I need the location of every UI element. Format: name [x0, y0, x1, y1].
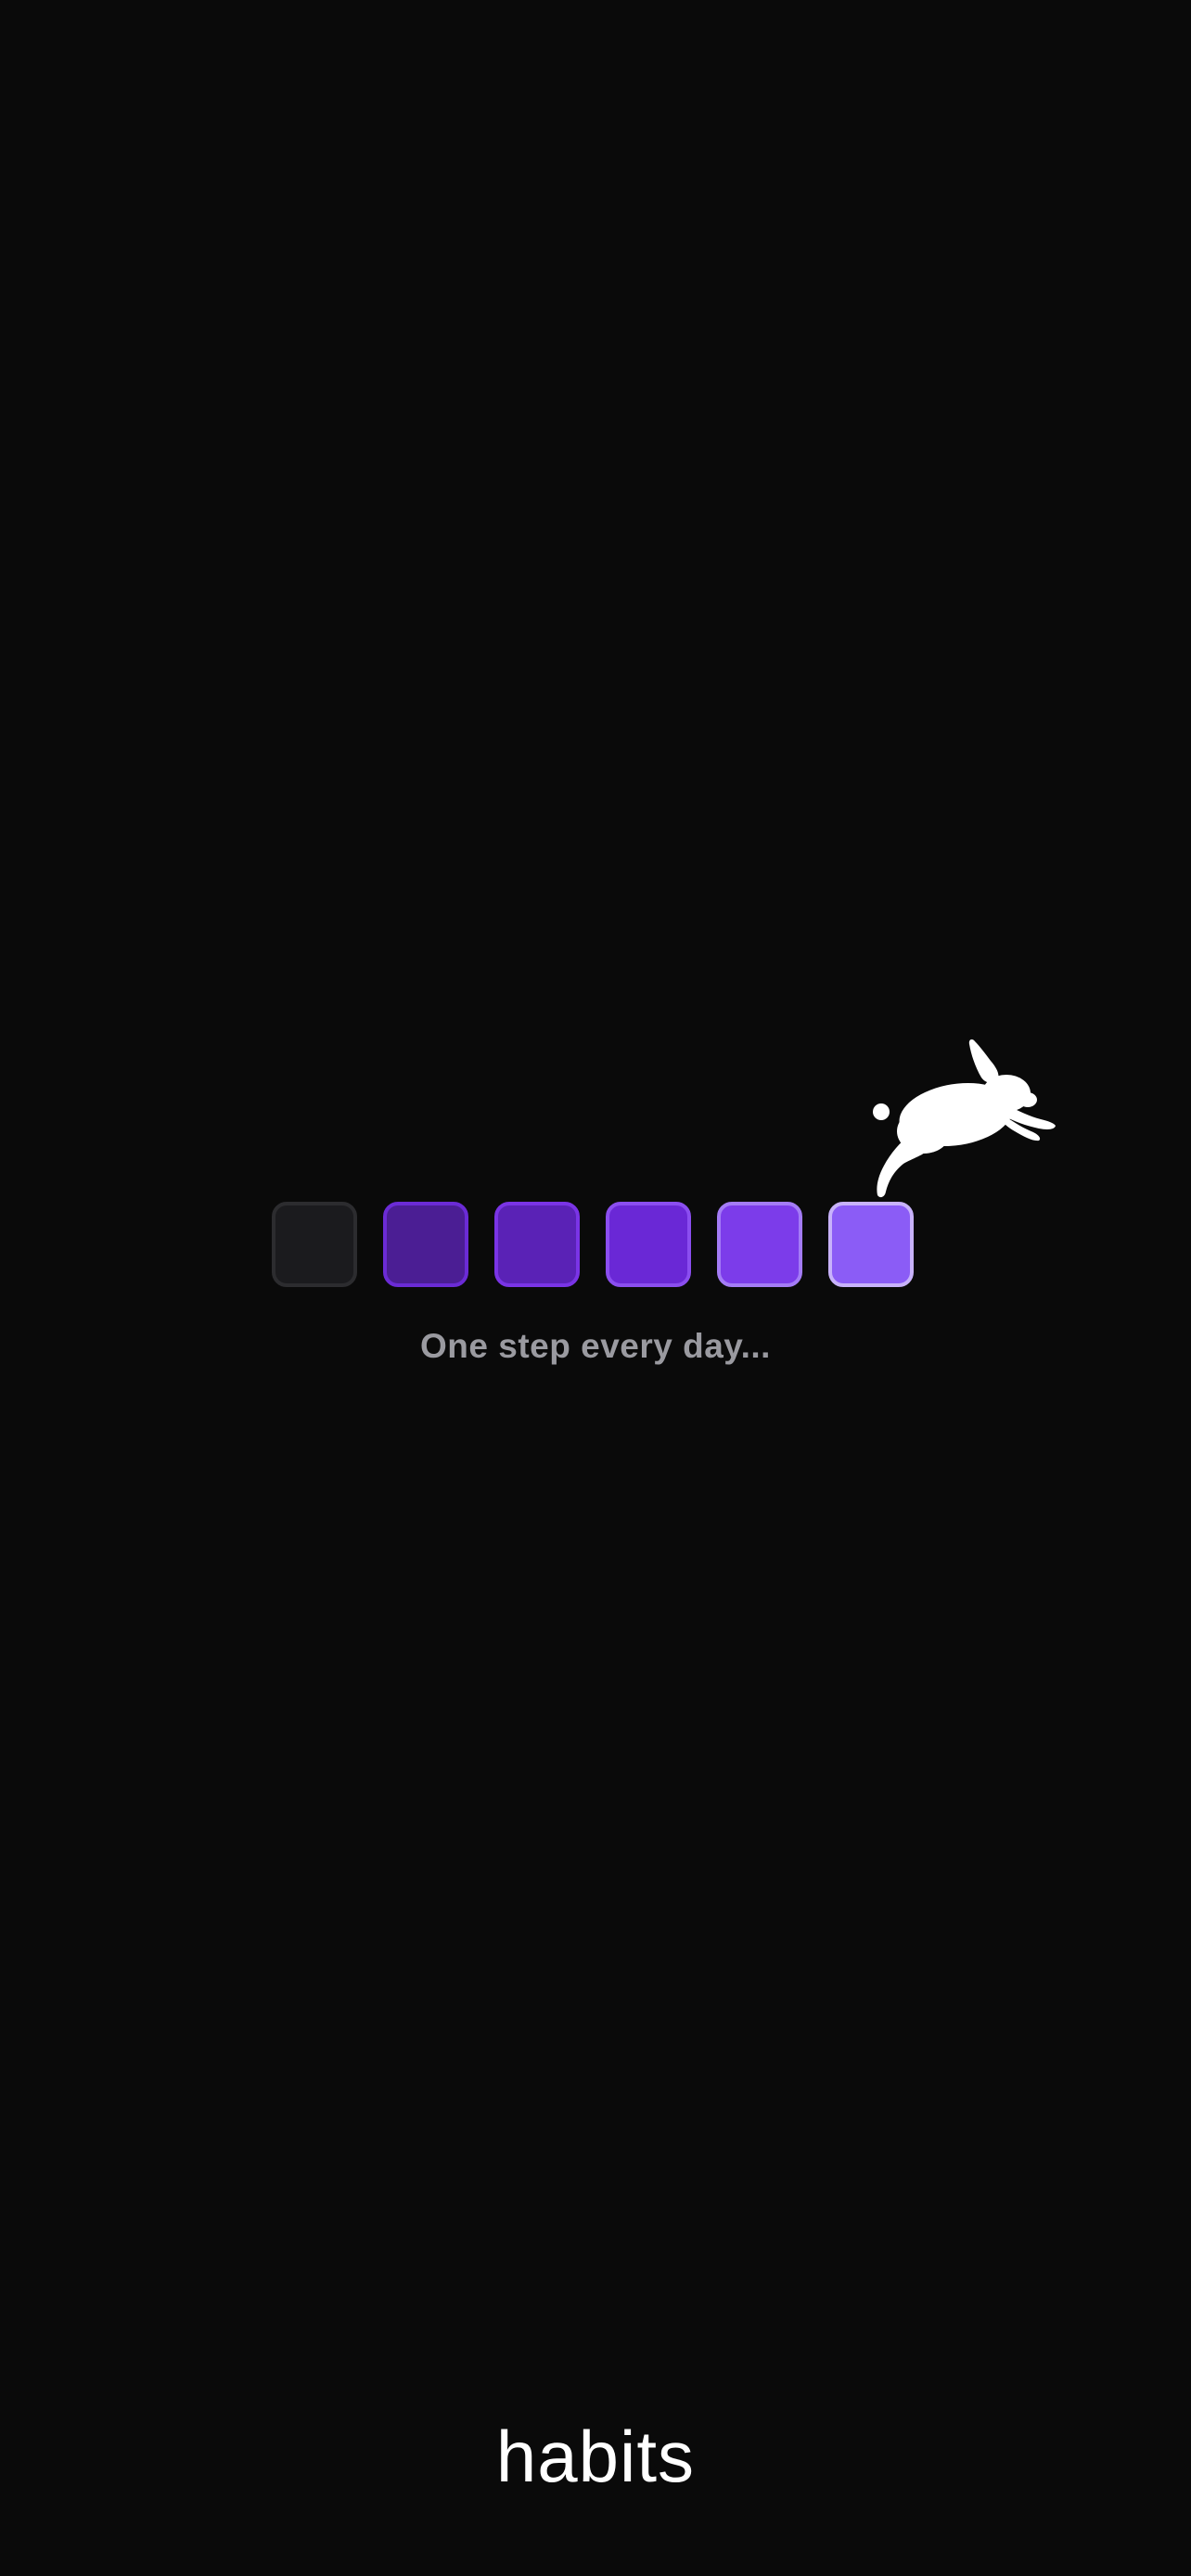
streak-step — [606, 1202, 691, 1287]
streak-step — [828, 1202, 914, 1287]
streak-step — [272, 1202, 357, 1287]
streak-progress — [272, 1202, 919, 1293]
streak-step — [494, 1202, 580, 1287]
streak-step — [383, 1202, 468, 1287]
tagline: One step every day... — [420, 1327, 771, 1365]
rabbit-icon — [873, 1039, 1056, 1198]
splash-screen: One step every day... habits — [0, 0, 1191, 2576]
app-name: habits — [495, 2416, 696, 2497]
streak-step — [717, 1202, 802, 1287]
